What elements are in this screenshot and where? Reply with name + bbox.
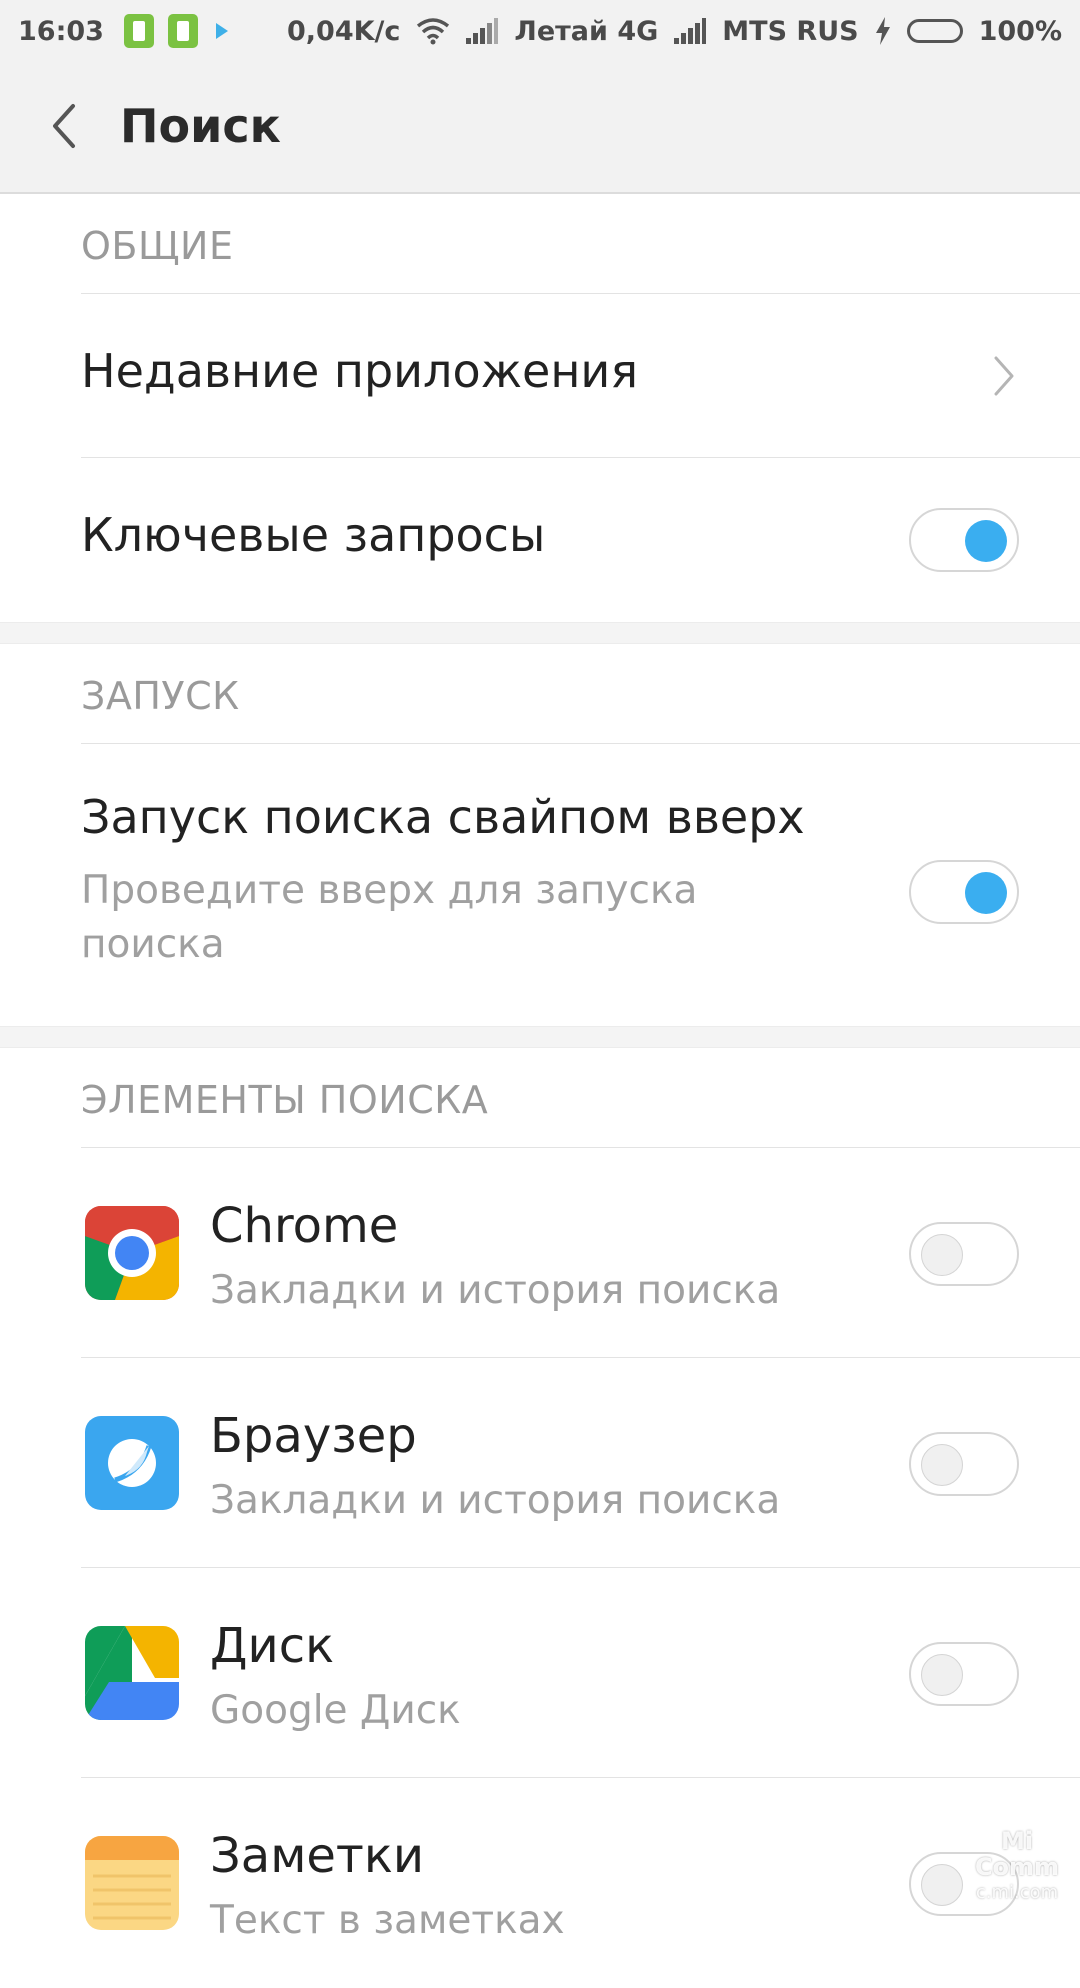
battery-saver-icon [123, 14, 154, 48]
app-header: Поиск [0, 62, 1080, 194]
battery-icon [906, 19, 963, 43]
app-description: Закладки и история поиска [210, 1268, 781, 1313]
status-time: 16:03 [18, 15, 104, 47]
section-label-search-items: ЭЛЕМЕНТЫ ПОИСКА [0, 1048, 1080, 1148]
search-item-chrome[interactable]: Chrome Закладки и история поиска [0, 1148, 1080, 1358]
wifi-icon [416, 17, 450, 45]
key-queries-row[interactable]: Ключевые запросы [0, 458, 1080, 622]
app-description: Закладки и история поиска [210, 1478, 781, 1523]
app-name: Браузер [210, 1408, 417, 1464]
settings-list: ОБЩИЕ Недавние приложения Ключевые запро… [0, 194, 1080, 1988]
play-store-icon [215, 23, 228, 39]
chrome-toggle[interactable] [909, 1222, 1019, 1286]
battery-percent: 100% [978, 15, 1062, 47]
recent-apps-label: Недавние приложения [81, 344, 638, 398]
browser-icon [85, 1416, 179, 1510]
chrome-icon [85, 1206, 179, 1300]
app-name: Chrome [210, 1198, 399, 1254]
swipe-up-toggle[interactable] [909, 860, 1019, 924]
battery-saver-icon [167, 14, 198, 48]
section-divider [0, 622, 1080, 644]
signal-icon [674, 18, 707, 44]
swipe-up-label: Запуск поиска свайпом вверх [81, 790, 805, 844]
browser-toggle[interactable] [909, 1432, 1019, 1496]
app-name: Диск [210, 1618, 335, 1674]
watermark: Mi Comm c.mi.com [974, 1827, 1060, 1903]
swipe-up-description: Проведите вверх для запуска поиска [81, 868, 698, 967]
net-speed: 0,04K/с [287, 15, 401, 47]
notes-icon [85, 1836, 179, 1930]
drive-toggle[interactable] [909, 1642, 1019, 1706]
section-label-launch: ЗАПУСК [0, 644, 1080, 744]
app-description: Google Диск [210, 1688, 461, 1733]
carrier-1: Летай 4G [514, 15, 659, 47]
search-item-notes[interactable]: Заметки Текст в заметках [0, 1778, 1080, 1988]
key-queries-label: Ключевые запросы [81, 508, 546, 562]
search-item-drive[interactable]: Диск Google Диск [0, 1568, 1080, 1778]
google-drive-icon [85, 1626, 179, 1720]
page-title: Поиск [120, 99, 281, 153]
search-item-browser[interactable]: Браузер Закладки и история поиска [0, 1358, 1080, 1568]
section-divider [0, 1026, 1080, 1048]
app-name: Заметки [210, 1828, 425, 1884]
recent-apps-row[interactable]: Недавние приложения [0, 294, 1080, 458]
section-label-general: ОБЩИЕ [0, 194, 1080, 294]
signal-icon [466, 18, 499, 44]
status-bar: 16:03 0,04K/с Летай 4G MTS RUS 100% [0, 0, 1080, 62]
chevron-right-icon [994, 356, 1014, 396]
charging-bolt-icon [875, 17, 891, 45]
carrier-2: MTS RUS [722, 15, 859, 47]
back-button[interactable] [36, 94, 92, 158]
app-description: Текст в заметках [210, 1898, 565, 1943]
swipe-up-row[interactable]: Запуск поиска свайпом вверх Проведите вв… [0, 744, 1080, 1026]
chevron-left-icon [53, 104, 75, 148]
key-queries-toggle[interactable] [909, 508, 1019, 572]
